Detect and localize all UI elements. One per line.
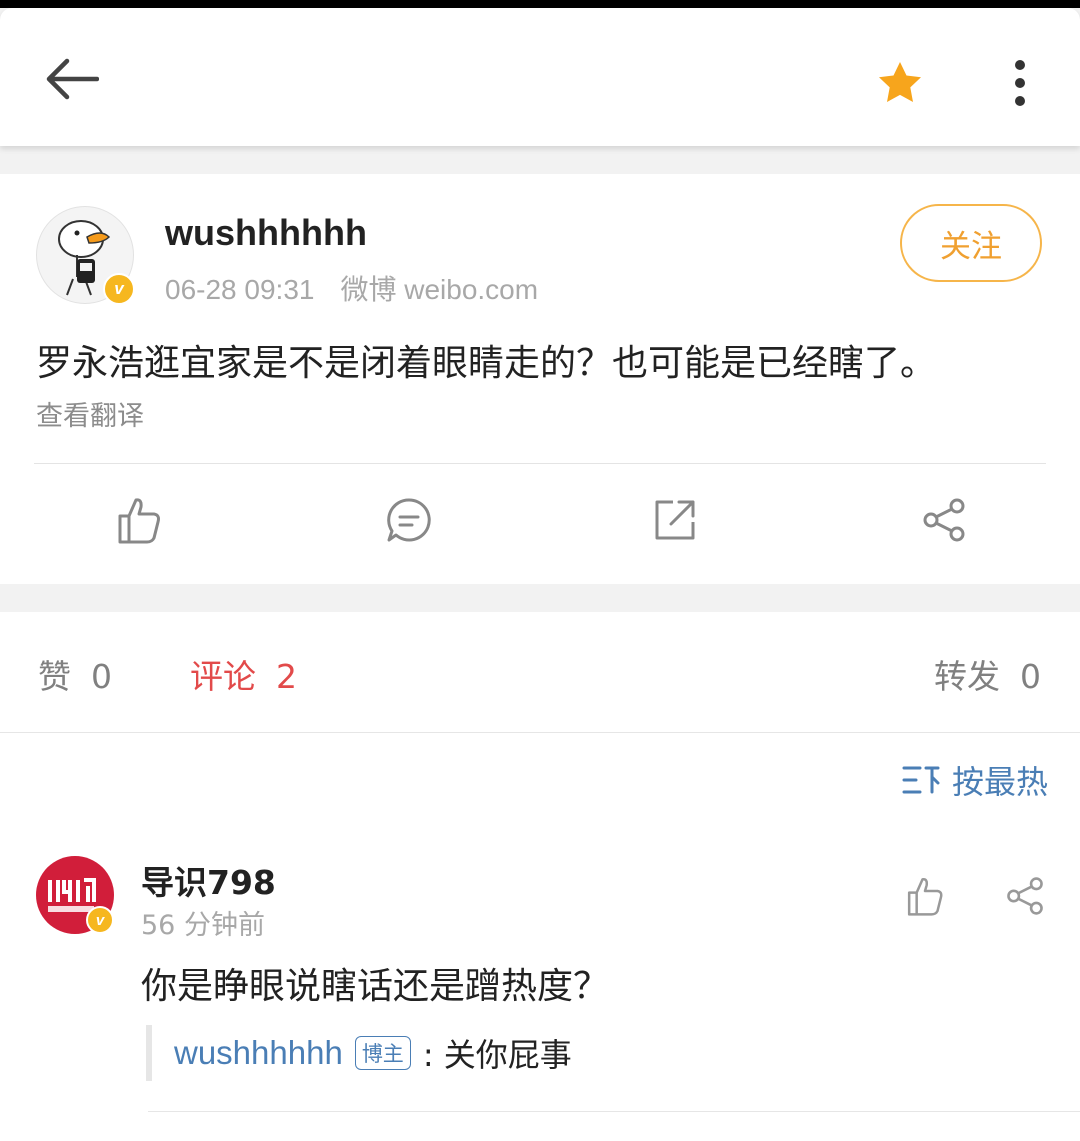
divider bbox=[34, 463, 1046, 464]
favorite-button[interactable] bbox=[870, 52, 930, 112]
sort-label: 按最热 bbox=[951, 763, 1048, 801]
reply-username[interactable]: wushhhhhh bbox=[174, 1034, 343, 1072]
back-button[interactable] bbox=[36, 44, 106, 114]
reposts-label: 转发 bbox=[934, 657, 1000, 696]
tab-comments[interactable]: 评论 2 bbox=[190, 650, 297, 698]
repost-button[interactable] bbox=[647, 492, 703, 548]
comments-label: 评论 bbox=[190, 657, 256, 696]
comments-count: 2 bbox=[276, 657, 297, 696]
verified-badge: v bbox=[103, 273, 135, 305]
follow-button[interactable]: 关注 bbox=[900, 204, 1042, 282]
likes-label: 赞 bbox=[38, 657, 71, 696]
tab-likes[interactable]: 赞0 bbox=[38, 650, 112, 698]
reply-text: : 关你屁事 bbox=[422, 1036, 572, 1074]
repost-icon bbox=[655, 500, 695, 540]
share-icon bbox=[923, 498, 965, 542]
commenter-avatar[interactable]: v bbox=[36, 856, 114, 934]
reply-preview[interactable]: wushhhhhh 博主 : 关你屁事 bbox=[146, 1025, 572, 1081]
commenter-name[interactable]: 导识798 bbox=[141, 856, 276, 904]
comment-icon bbox=[387, 498, 431, 542]
author-name[interactable]: wushhhhhh bbox=[165, 212, 367, 254]
more-options-button[interactable] bbox=[990, 48, 1050, 118]
translate-link[interactable]: 查看翻译 bbox=[36, 394, 144, 433]
author-badge: 博主 bbox=[354, 1036, 411, 1070]
post-meta: 06-28 09:31 微博 weibo.com bbox=[165, 268, 538, 308]
author-avatar[interactable]: v bbox=[36, 206, 135, 305]
comment-list: 按最热 v 导识798 56 分钟前 你是睁眼说瞎话还是蹭热度？ wushhhh… bbox=[0, 733, 1080, 1141]
more-vertical-icon bbox=[1015, 60, 1025, 106]
stats-tabs: 赞0 评论 2 转发 0 bbox=[0, 612, 1080, 733]
share-icon bbox=[1007, 877, 1043, 915]
status-bar bbox=[0, 0, 1080, 8]
comment-share-button[interactable] bbox=[1005, 876, 1049, 920]
comment-text: 你是睁眼说瞎话还是蹭热度？ bbox=[141, 966, 610, 1007]
likes-count: 0 bbox=[91, 657, 112, 696]
sort-icon bbox=[902, 766, 940, 794]
comment-like-button[interactable] bbox=[905, 876, 949, 920]
post-card: v wushhhhhh 06-28 09:31 微博 weibo.com 关注 罗… bbox=[0, 174, 1080, 584]
verified-badge: v bbox=[86, 906, 114, 934]
post-text: 罗永浩逛宜家是不是闭着眼睛走的？也可能是已经瞎了。 bbox=[36, 343, 937, 384]
like-icon bbox=[118, 498, 160, 544]
divider bbox=[148, 1111, 1080, 1112]
reposts-count: 0 bbox=[1020, 657, 1041, 696]
post-source: 微博 weibo.com bbox=[340, 274, 539, 305]
share-button[interactable] bbox=[916, 492, 972, 548]
back-arrow-icon bbox=[46, 58, 99, 100]
sort-button[interactable]: 按最热 bbox=[902, 757, 1048, 803]
app-bar bbox=[0, 8, 1080, 146]
tab-reposts[interactable]: 转发 0 bbox=[934, 650, 1041, 698]
like-button[interactable] bbox=[111, 492, 167, 548]
star-icon bbox=[879, 62, 921, 102]
post-time: 06-28 09:31 bbox=[165, 274, 315, 305]
comment-time: 56 分钟前 bbox=[141, 910, 265, 941]
like-icon bbox=[907, 877, 943, 916]
comment-button[interactable] bbox=[381, 492, 437, 548]
